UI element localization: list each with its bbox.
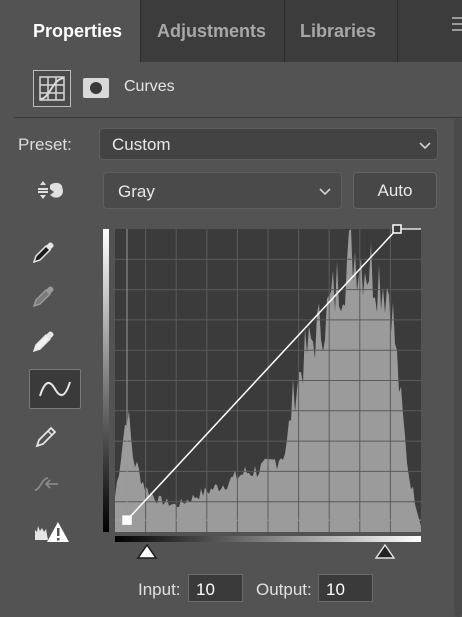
output-gradient-bar	[103, 229, 109, 532]
channel-dropdown[interactable]: Gray	[103, 172, 342, 209]
curves-adjustment-icon	[33, 70, 71, 107]
black-point-eyedropper-icon[interactable]	[31, 239, 57, 265]
curve-control-point[interactable]	[392, 224, 402, 234]
layer-mask-icon	[83, 78, 109, 98]
output-value-field[interactable]: 10	[318, 574, 373, 602]
edit-points-curve-icon[interactable]	[29, 369, 81, 409]
panel-tab-bar: Properties Adjustments Libraries	[0, 0, 462, 62]
tab-properties[interactable]: Properties	[0, 0, 140, 62]
gray-point-eyedropper-icon[interactable]	[31, 283, 57, 309]
white-point-eyedropper-icon[interactable]	[31, 328, 57, 354]
curve-wave-icon	[39, 381, 71, 397]
panel-scrollbar[interactable]	[454, 118, 462, 617]
chevron-down-icon	[419, 142, 431, 150]
panel-menu-icon[interactable]	[452, 17, 462, 43]
output-label: Output:	[256, 580, 312, 599]
input-label: Input:	[138, 580, 181, 599]
input-value-field[interactable]: 10	[188, 574, 243, 602]
preset-dropdown[interactable]: Custom	[99, 128, 438, 160]
tab-libraries[interactable]: Libraries	[285, 0, 397, 62]
curve-graph[interactable]	[102, 224, 422, 543]
preset-label: Preset:	[18, 135, 72, 154]
adjustment-title: Curves	[124, 78, 175, 95]
draw-curve-pencil-icon[interactable]	[33, 424, 59, 450]
white-point-slider-handle[interactable]	[374, 544, 396, 560]
clipping-warning-icon[interactable]	[34, 520, 70, 544]
curve-control-point[interactable]	[122, 515, 132, 525]
input-gradient-bar	[115, 536, 421, 542]
chevron-down-icon	[319, 188, 331, 196]
black-point-slider-handle[interactable]	[136, 544, 158, 560]
auto-button[interactable]: Auto	[353, 172, 437, 209]
on-image-adjust-icon[interactable]	[36, 179, 66, 201]
tab-adjustments[interactable]: Adjustments	[141, 0, 284, 62]
smooth-curve-icon[interactable]	[32, 472, 62, 496]
header-divider	[14, 117, 462, 118]
mask-circle-icon	[90, 82, 102, 94]
tab-divider	[397, 0, 398, 62]
